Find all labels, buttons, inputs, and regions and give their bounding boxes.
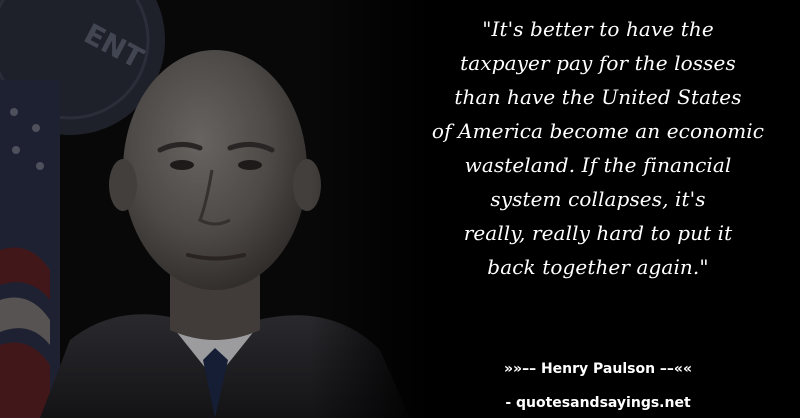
quote-panel: "It's better to have the taxpayer pay fo… — [398, 12, 798, 284]
portrait-photo: ENT — [0, 0, 430, 418]
quote-line: than have the United States — [454, 85, 742, 109]
quote-line: back together again." — [487, 255, 709, 279]
author-attribution: »»–– Henry Paulson ––«« — [503, 361, 693, 377]
quote-line: of America become an economic — [431, 119, 765, 143]
quote-line: "It's better to have the — [482, 17, 714, 41]
quote-card: ENT — [0, 0, 800, 418]
quote-line: wasteland. If the financial — [464, 153, 732, 177]
quote-line: system collapses, it's — [490, 187, 706, 211]
quote-line: taxpayer pay for the losses — [460, 51, 736, 75]
quote-text: "It's better to have the taxpayer pay fo… — [398, 12, 798, 284]
source-site: - quotesandsayings.net — [505, 395, 691, 411]
quote-line: really, really hard to put it — [463, 221, 733, 245]
